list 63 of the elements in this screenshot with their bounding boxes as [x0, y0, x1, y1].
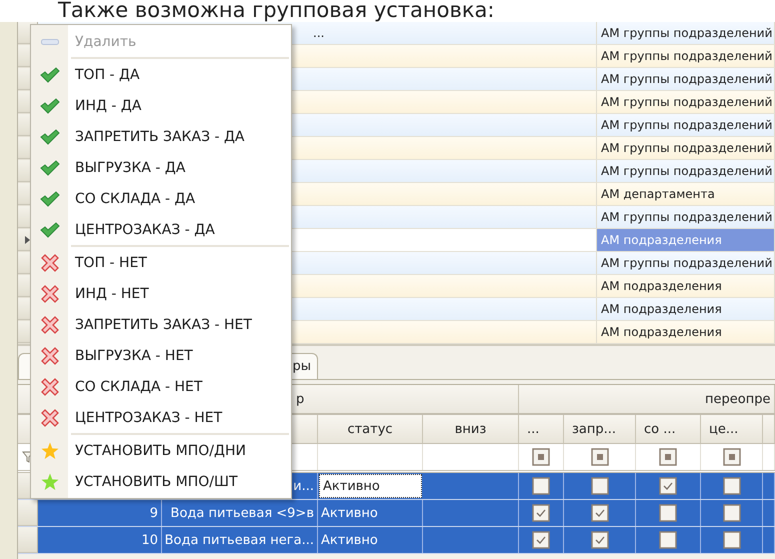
cross-icon [40, 408, 58, 426]
checkbox[interactable] [532, 504, 550, 522]
table-row[interactable]: 10 Вода питьевая нега... Активно [18, 527, 775, 554]
checkbox[interactable] [659, 531, 677, 549]
cross-icon [40, 346, 58, 364]
menu-item[interactable]: УСТАНОВИТЬ МПО/ДНИ [31, 435, 291, 466]
table-cell: АМ группы подразделений [597, 68, 775, 90]
menu-item[interactable]: ЦЕНТРОЗАКАЗ - НЕТ [31, 402, 291, 433]
column-header[interactable]: це... [701, 415, 763, 443]
cross-icon [40, 254, 58, 272]
table-cell: АМ подразделения [597, 298, 775, 320]
column-header[interactable]: со ... [636, 415, 701, 443]
checkbox[interactable] [590, 477, 608, 495]
table-cell: АМ группы подразделений [597, 206, 775, 228]
table-cell: Активно [321, 532, 378, 548]
checkbox[interactable] [722, 504, 740, 522]
column-header[interactable]: ... [519, 415, 564, 443]
column-header[interactable]: статус [318, 415, 423, 443]
indeterminate-checkbox-icon[interactable] [722, 448, 740, 466]
table-cell: АМ департамента [597, 183, 775, 205]
indeterminate-checkbox-icon[interactable] [532, 448, 550, 466]
table-cell: АМ подразделения [597, 321, 775, 343]
table-row[interactable]: 9 Вода питьевая <9>в Активно [18, 500, 775, 527]
checkbox[interactable] [659, 477, 677, 495]
table-cell: АМ подразделения [597, 275, 775, 297]
checkmark-icon [40, 222, 60, 238]
table-cell: Вода питьевая нега... [164, 532, 314, 548]
menu-item[interactable]: СО СКЛАДА - НЕТ [31, 371, 291, 402]
table-cell: и... [293, 478, 314, 494]
indeterminate-checkbox-icon[interactable] [590, 448, 608, 466]
checkbox[interactable] [659, 504, 677, 522]
table-cell: Активно [321, 506, 378, 520]
table-cell: Вода питьевая <9>в [170, 506, 314, 520]
checkmark-icon [40, 128, 60, 144]
checkbox[interactable] [590, 504, 608, 522]
dash-icon [40, 38, 58, 44]
table-cell: АМ группы подразделений [597, 137, 775, 159]
cross-icon [40, 284, 58, 302]
checkbox[interactable] [590, 531, 608, 549]
checkbox[interactable] [532, 531, 550, 549]
column-group-header: переопре [705, 392, 770, 406]
table-cell: 9 [150, 506, 158, 520]
table-cell: АМ группы подразделений [597, 91, 775, 113]
table-cell: АМ группы подразделений [597, 45, 775, 67]
column-header[interactable]: запр... [564, 415, 636, 443]
checkbox[interactable] [722, 477, 740, 495]
table-cell: АМ подразделения [597, 229, 775, 251]
row-pointer-icon [25, 236, 30, 244]
cross-icon [40, 316, 58, 334]
table-cell: ... [313, 26, 324, 40]
table-cell: АМ группы подразделений [597, 160, 775, 182]
table-cell: 10 [141, 532, 158, 548]
checkbox[interactable] [532, 477, 550, 495]
status-edit-field[interactable]: Активно [319, 474, 422, 498]
table-cell: АМ группы подразделений [597, 252, 775, 274]
table-cell: АМ группы подразделений [597, 114, 775, 136]
cross-icon [40, 378, 58, 396]
indeterminate-checkbox-icon[interactable] [659, 448, 677, 466]
checkbox[interactable] [722, 531, 740, 549]
heading: Также возможна групповая установка: [57, 0, 496, 22]
column-header[interactable]: вниз [423, 415, 519, 443]
table-cell: АМ группы подразделений [597, 22, 775, 44]
column-group-header: р [296, 392, 304, 406]
